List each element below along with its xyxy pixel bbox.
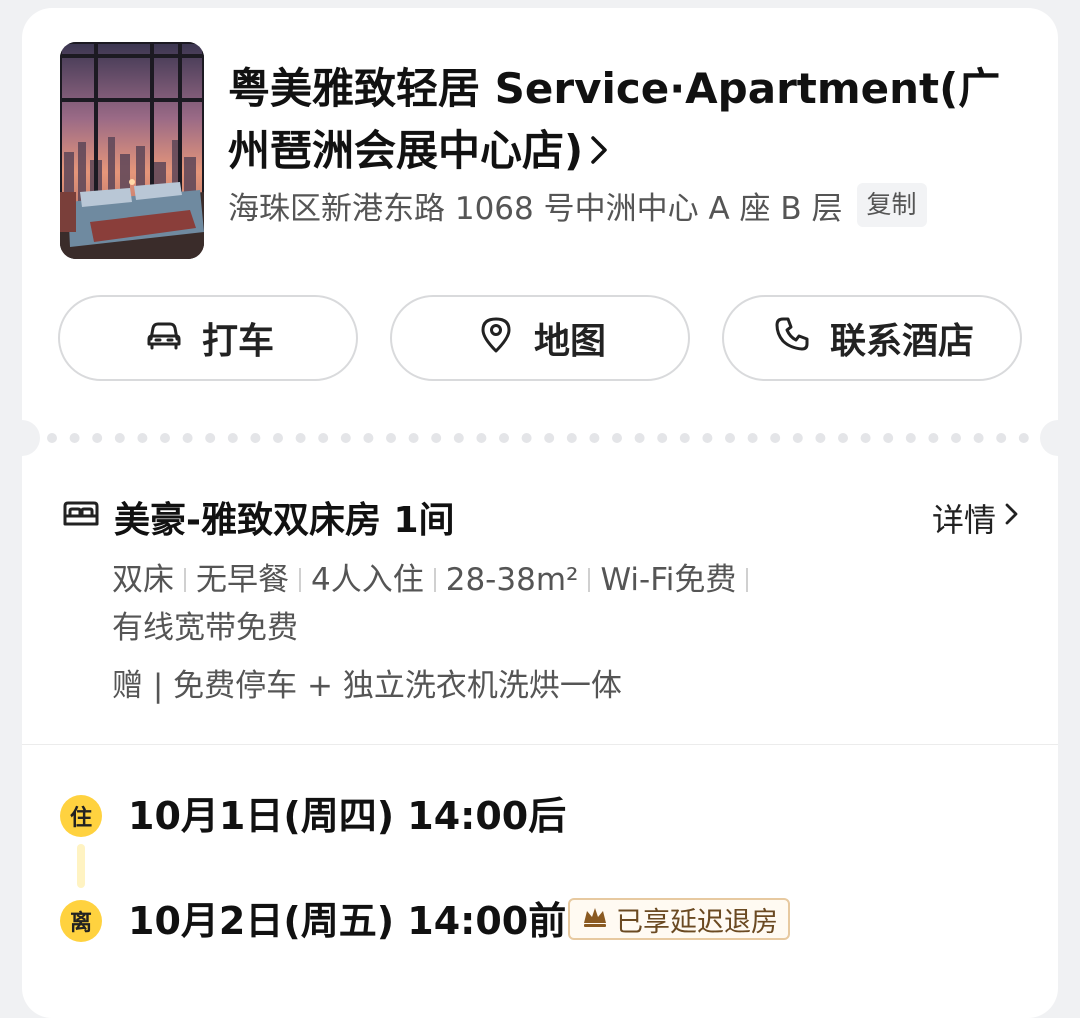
room-title: 美豪-雅致双床房 1间 xyxy=(114,500,455,541)
perforation-dot xyxy=(634,433,645,443)
checkout-badge: 离 xyxy=(60,900,102,942)
hotel-name: 粤美雅致轻居 Service·Apartment(广州琶洲会展中心店) xyxy=(228,64,1001,175)
crown-icon xyxy=(580,903,610,936)
perforation-dot xyxy=(883,433,894,443)
perforation-dot xyxy=(182,433,193,443)
perforation-dot xyxy=(521,433,532,443)
facility-separator xyxy=(299,568,301,592)
perforation-dot xyxy=(770,433,781,443)
facility-item: 有线宽带免费 xyxy=(112,610,298,646)
hotel-address: 海珠区新港东路 1068 号中洲中心 A 座 B 层 xyxy=(228,190,843,227)
perforation-dot xyxy=(928,433,939,443)
perforation-dot xyxy=(273,433,283,443)
room-facilities: 双床 无早餐 4人入住 28-38m² Wi-Fi免费有线宽带免费 xyxy=(112,556,872,652)
perforation-dot xyxy=(747,433,758,443)
contact-hotel-label: 联系酒店 xyxy=(829,321,974,362)
bed-icon xyxy=(60,492,102,543)
checkout-date: 10月2日(周五) 14:00前 xyxy=(128,899,567,943)
section-divider xyxy=(22,744,1058,745)
perforation-dot xyxy=(295,433,306,443)
perforation-dot xyxy=(544,433,555,443)
contact-hotel-button[interactable]: 联系酒店 xyxy=(722,295,1022,381)
facility-item: Wi-Fi免费 xyxy=(600,562,737,598)
room-details-link[interactable]: 详情 xyxy=(932,496,1022,540)
perforation-dot xyxy=(838,433,848,443)
stay-timeline xyxy=(77,844,85,888)
perforation-dot xyxy=(860,433,871,443)
perforation-dot xyxy=(725,433,735,443)
taxi-label: 打车 xyxy=(201,321,274,362)
perforation-dot xyxy=(702,433,713,443)
location-pin-icon xyxy=(474,312,518,365)
perforation-dot xyxy=(69,433,80,443)
map-button[interactable]: 地图 xyxy=(390,295,690,381)
perforation-dot xyxy=(951,433,961,443)
map-label: 地图 xyxy=(533,321,606,362)
perforation-dot xyxy=(566,433,577,443)
perforation-dot xyxy=(92,433,103,443)
perforation-dot xyxy=(227,433,238,443)
facility-separator xyxy=(433,568,436,592)
checkin-date: 10月1日(周四) 14:00后 xyxy=(128,794,567,838)
taxi-button[interactable]: 打车 xyxy=(58,295,358,381)
checkin-badge: 住 xyxy=(60,795,102,837)
perforation-dot xyxy=(499,433,509,443)
perforation-dot xyxy=(431,433,442,443)
late-checkout-tag: 已享延迟退房 xyxy=(568,898,790,940)
chevron-right-icon xyxy=(1002,499,1022,537)
late-checkout-label: 已享延迟退房 xyxy=(616,906,778,938)
perforation-dot xyxy=(612,433,622,443)
hotel-name-link[interactable]: 粤美雅致轻居 Service·Apartment(广州琶洲会展中心店) xyxy=(228,58,1018,185)
perforation-dot xyxy=(589,433,600,443)
copy-address-button[interactable]: 复制 xyxy=(856,183,927,227)
perforation-dot xyxy=(905,433,916,443)
chevron-right-icon xyxy=(587,123,613,185)
perforation-dot xyxy=(408,433,419,443)
facility-separator xyxy=(588,568,591,592)
perforation-dot xyxy=(973,433,984,443)
perforation-dot xyxy=(476,433,487,443)
perforation-dot xyxy=(47,433,57,443)
phone-icon xyxy=(770,312,814,365)
perforation-dot xyxy=(160,433,170,443)
perforation-dot xyxy=(386,433,396,443)
perforation-dot xyxy=(815,433,826,443)
perforation-dot xyxy=(453,433,464,443)
facility-item: 双床 xyxy=(112,562,174,598)
room-title-row: 美豪-雅致双床房 1间 xyxy=(60,492,455,542)
perforation-dot xyxy=(250,433,261,443)
facility-separator xyxy=(184,568,186,592)
car-icon xyxy=(142,312,186,365)
action-buttons: 打车 地图 联系酒店 xyxy=(58,295,1022,381)
perforation-dot xyxy=(792,433,803,443)
details-label: 详情 xyxy=(931,501,996,539)
perforation-dot xyxy=(114,433,125,443)
facility-separator xyxy=(746,568,749,592)
perforation-dot xyxy=(679,433,690,443)
perforation-dot xyxy=(137,433,148,443)
perforation-dot xyxy=(657,433,668,443)
perforation-dot xyxy=(1018,433,1029,443)
perforation-dot xyxy=(996,433,1007,443)
hotel-thumbnail[interactable] xyxy=(60,42,204,259)
order-card: 粤美雅致轻居 Service·Apartment(广州琶洲会展中心店) 海珠区新… xyxy=(22,8,1058,1018)
facility-item: 无早餐 xyxy=(196,562,289,598)
perforation-dot xyxy=(205,433,216,443)
room-gift: 赠 | 免费停车 + 独立洗衣机洗烘一体 xyxy=(112,668,622,704)
perforation-dot xyxy=(318,433,329,443)
facility-item: 4人入住 xyxy=(311,562,424,598)
perforation-dot xyxy=(340,433,351,443)
dotted-divider xyxy=(47,433,1029,443)
facility-item: 28-38m² xyxy=(445,562,579,598)
address-row: 海珠区新港东路 1068 号中洲中心 A 座 B 层 复制 xyxy=(228,181,927,229)
perforation-dot xyxy=(363,433,374,443)
